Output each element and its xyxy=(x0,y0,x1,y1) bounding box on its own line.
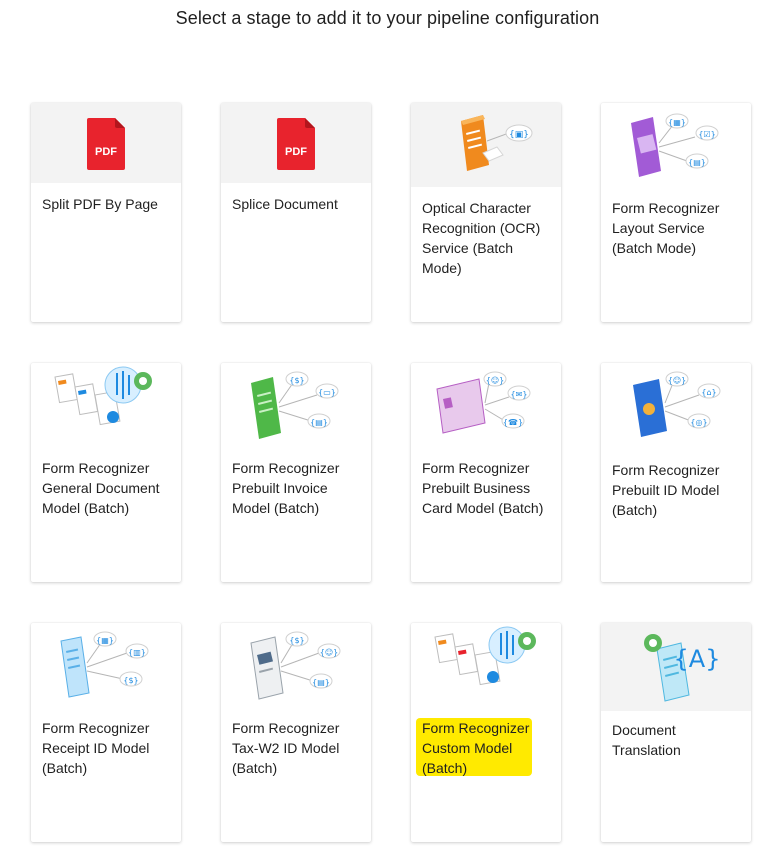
pdf-badge: PDF xyxy=(285,146,307,158)
stage-label: Optical Character Recognition (OCR) Serv… xyxy=(422,200,541,276)
stage-label: Splice Document xyxy=(232,196,338,212)
svg-text:{▦}: {▦} xyxy=(668,118,686,127)
stage-card-prebuilt-invoice[interactable]: {$} {▭} {▤} Form Recognizer Prebuilt Inv… xyxy=(221,363,371,582)
stage-card-business-card[interactable]: {☺} {✉} {☎} Form Recognizer Prebuilt Bus… xyxy=(411,363,561,582)
business-card-icon: {☺} {✉} {☎} xyxy=(411,363,561,447)
stage-card-document-translation[interactable]: {A} Document Translation xyxy=(601,623,751,842)
svg-text:{▤}: {▤} xyxy=(688,158,706,167)
stage-label: Form Recognizer Layout Service (Batch Mo… xyxy=(612,200,720,256)
svg-text:{☎}: {☎} xyxy=(503,418,523,427)
svg-text:{A}: {A} xyxy=(674,645,721,673)
stage-label: Form Recognizer Prebuilt ID Model (Batch… xyxy=(612,462,720,518)
pdf-badge: PDF xyxy=(95,146,117,158)
stage-label: Form Recognizer Receipt ID Model (Batch) xyxy=(42,720,150,776)
ocr-document-icon: {▣} xyxy=(411,103,561,187)
svg-text:{▦}: {▦} xyxy=(96,636,114,645)
svg-text:{☺}: {☺} xyxy=(320,648,339,657)
stage-card-tax-w2[interactable]: {$} {☺} {▤} Form Recognizer Tax-W2 ID Mo… xyxy=(221,623,371,842)
receipt-document-icon: {▦} {▥} {$} xyxy=(31,623,181,707)
stage-card-general-document[interactable]: Form Recognizer General Document Model (… xyxy=(31,363,181,582)
stage-card-layout-service[interactable]: {▦} {☑} {▤} Form Recognizer Layout Servi… xyxy=(601,103,751,322)
svg-text:{$}: {$} xyxy=(289,376,304,385)
svg-text:{▭}: {▭} xyxy=(318,388,336,397)
svg-text:{$}: {$} xyxy=(123,676,138,685)
stage-card-custom-model[interactable]: Form Recognizer Custom Model (Batch) xyxy=(411,623,561,842)
stage-label: Form Recognizer Custom Model (Batch) xyxy=(422,720,530,776)
svg-text:{▤}: {▤} xyxy=(312,678,330,687)
stage-label: Form Recognizer Tax-W2 ID Model (Batch) xyxy=(232,720,340,776)
layout-document-icon: {▦} {☑} {▤} xyxy=(601,103,751,187)
stage-label: Split PDF By Page xyxy=(42,196,158,212)
svg-text:{▤}: {▤} xyxy=(310,418,328,427)
stage-card-receipt[interactable]: {▦} {▥} {$} Form Recognizer Receipt ID M… xyxy=(31,623,181,842)
svg-text:{⌂}: {⌂} xyxy=(701,388,716,397)
stage-label: Document Translation xyxy=(612,722,681,758)
invoice-document-icon: {$} {▭} {▤} xyxy=(221,363,371,447)
svg-text:{$}: {$} xyxy=(289,636,304,645)
stage-card-prebuilt-id[interactable]: {☺} {⌂} {◎} Form Recognizer Prebuilt ID … xyxy=(601,363,751,582)
svg-text:{▣}: {▣} xyxy=(509,130,529,140)
passport-id-icon: {☺} {⌂} {◎} xyxy=(601,363,751,449)
stage-card-splice-document[interactable]: PDF Splice Document xyxy=(221,103,371,322)
stage-card-ocr-service[interactable]: {▣} Optical Character Recognition (OCR) … xyxy=(411,103,561,322)
page-title: Select a stage to add it to your pipelin… xyxy=(175,8,600,28)
svg-text:{✉}: {✉} xyxy=(511,390,528,399)
stage-card-split-pdf[interactable]: PDF Split PDF By Page xyxy=(31,103,181,322)
svg-text:{☺}: {☺} xyxy=(668,376,687,385)
stage-label: Form Recognizer General Document Model (… xyxy=(42,460,160,516)
stage-label: Form Recognizer Prebuilt Business Card M… xyxy=(422,460,544,516)
custom-model-icon xyxy=(411,623,561,707)
general-document-model-icon xyxy=(31,363,181,447)
svg-text:{▥}: {▥} xyxy=(128,648,146,657)
stage-label: Form Recognizer Prebuilt Invoice Model (… xyxy=(232,460,340,516)
translation-document-icon: {A} xyxy=(601,623,751,711)
svg-text:{☺}: {☺} xyxy=(486,376,505,385)
tax-w2-document-icon: {$} {☺} {▤} xyxy=(221,623,371,707)
svg-text:{◎}: {◎} xyxy=(690,418,707,427)
pdf-icon: PDF xyxy=(221,103,371,183)
svg-text:{☑}: {☑} xyxy=(698,130,715,139)
pdf-icon: PDF xyxy=(31,103,181,183)
